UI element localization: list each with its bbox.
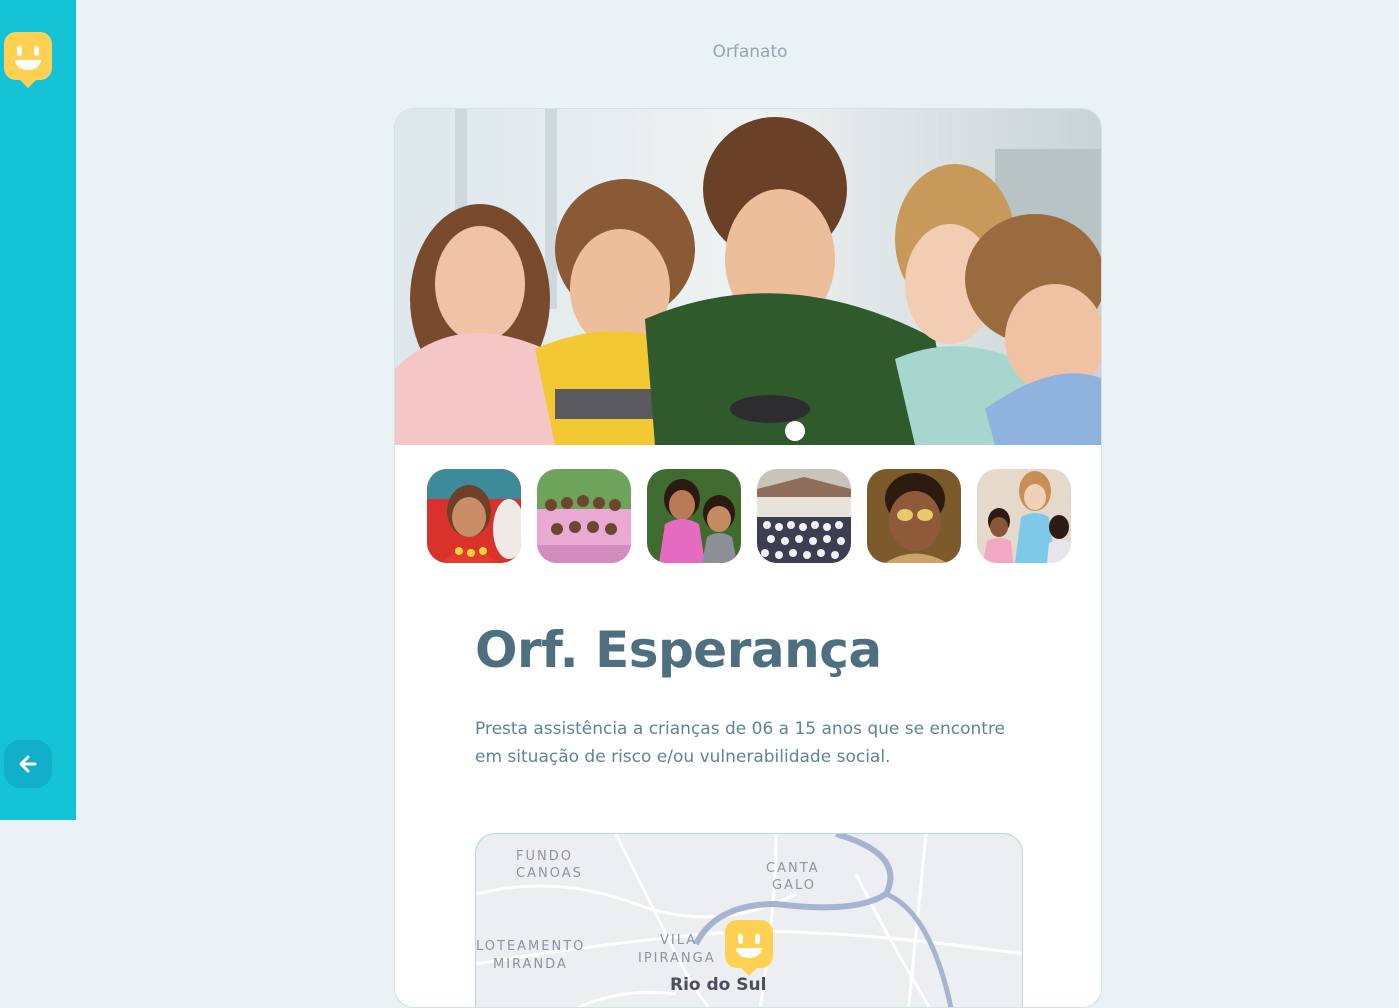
gallery-thumbnail[interactable] [537,469,631,563]
orphanage-details-card: Orf. Esperança Presta assistência a cria… [394,108,1102,1008]
gallery-thumbnail[interactable] [427,469,521,563]
photo-gallery [427,469,1071,563]
map-label: CANOAS [516,866,583,881]
arrow-left-icon [19,755,37,773]
map-label: VILA [660,933,698,948]
back-button[interactable] [4,740,52,788]
map-label: LOTEAMENTO [476,939,586,954]
main-photo [395,109,1101,445]
orphanage-description: Presta assistência a crianças de 06 a 15… [475,719,1006,767]
page-title: Orfanato [712,42,788,62]
orphanage-name: Orf. Esperança [475,621,882,679]
map-marker-icon[interactable] [724,920,774,976]
gallery-thumbnail[interactable] [647,469,741,563]
gallery-thumbnail[interactable] [757,469,851,563]
map-label: CANTA [766,861,820,876]
map-city-label: Rio do Sul [670,975,767,995]
gallery-thumbnail[interactable] [867,469,961,563]
gallery-thumbnail[interactable] [977,469,1071,563]
sidebar [0,0,76,820]
map-label: FUNDO [516,849,573,864]
map-label: MIRANDA [493,957,568,972]
map-label: GALO [772,878,816,893]
happy-face-marker-icon[interactable] [4,32,52,88]
location-map[interactable]: FUNDO CANOAS CANTA GALO LOTEAMENTO MIRAN… [475,833,1023,1007]
map-label: IPIRANGA [638,951,716,966]
